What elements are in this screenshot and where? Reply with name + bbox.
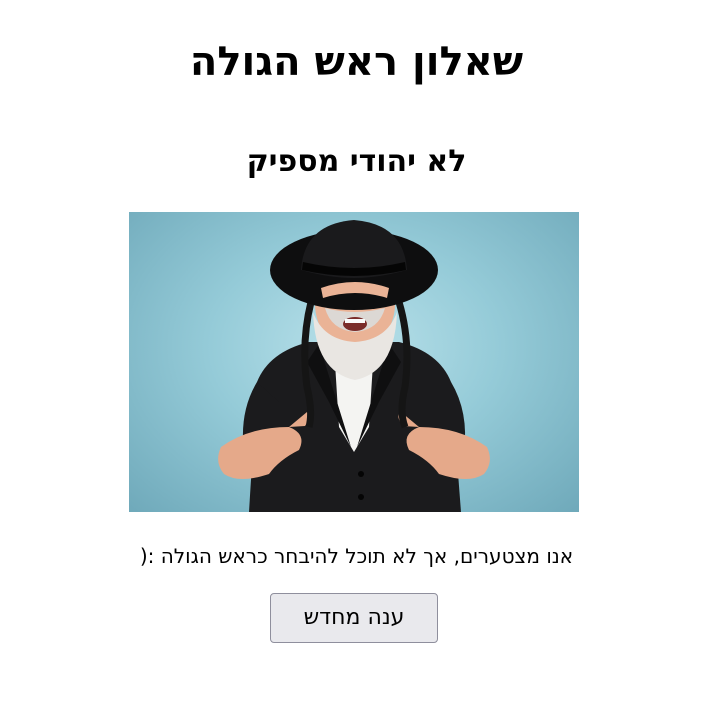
page-title: שאלון ראש הגולה [189, 39, 524, 85]
result-heading: לא יהודי מספיק [246, 144, 467, 179]
result-page: שאלון ראש הגולה לא יהודי מספיק אנו מצטער… [0, 0, 713, 709]
man-illustration [218, 220, 490, 512]
result-message: אנו מצטערים, אך לא תוכל להיבחר כראש הגול… [139, 544, 574, 568]
retry-button[interactable]: ענה מחדש [270, 593, 438, 643]
result-image [129, 212, 579, 512]
